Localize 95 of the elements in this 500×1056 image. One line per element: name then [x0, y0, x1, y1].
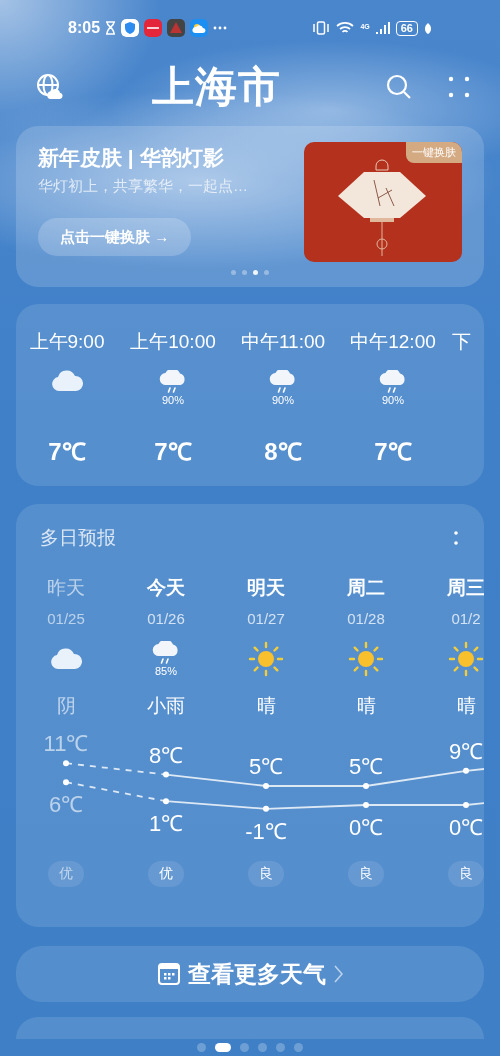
day-date: 01/25 — [47, 610, 85, 627]
precip-chance: 90% — [382, 394, 404, 407]
signal-icon — [375, 21, 390, 35]
hour-temperature: 7℃ — [374, 437, 412, 467]
low-temperature: 0℃ — [348, 815, 384, 840]
hour-temperature: 7℃ — [154, 437, 192, 467]
temperature-point — [363, 783, 369, 789]
page-dot[interactable] — [197, 1043, 206, 1052]
carousel-dot[interactable] — [231, 270, 236, 275]
city-title: 上海市 — [152, 62, 281, 112]
temperature-point — [63, 779, 69, 786]
day-date: 01/2 — [451, 610, 481, 627]
search-icon[interactable] — [386, 74, 412, 100]
apply-skin-button[interactable]: 点击一键换肤 → — [38, 218, 192, 256]
chevron-right-icon — [333, 965, 343, 983]
temperature-point — [163, 798, 169, 805]
globe-cloud-icon[interactable] — [36, 73, 64, 101]
more-options-icon[interactable] — [454, 530, 458, 546]
weather-app-icon — [190, 19, 209, 37]
air-quality-badge: 良 — [448, 861, 484, 887]
hour-time: 上午9:00 — [29, 330, 105, 354]
temperature-point — [363, 802, 369, 808]
carousel-dot[interactable] — [242, 270, 247, 275]
air-quality-badge: 良 — [248, 861, 284, 887]
sun-icon — [348, 641, 384, 677]
banner-badge: 一键换肤 — [406, 142, 462, 163]
temperature-point — [163, 771, 169, 778]
battery-level: 66 — [395, 20, 418, 36]
precip-chance: 90% — [162, 394, 184, 407]
high-temperature: 5℃ — [248, 754, 284, 779]
precip-chance: 85% — [155, 664, 177, 678]
hourglass-icon — [105, 21, 117, 35]
day-label: 周二 — [347, 576, 385, 600]
temperature-point — [263, 805, 269, 812]
page-dot[interactable] — [240, 1043, 249, 1052]
calendar-icon — [157, 963, 180, 985]
game-app-icon — [167, 19, 186, 37]
page-dot[interactable] — [294, 1043, 303, 1052]
rain-cloud-icon — [269, 370, 297, 394]
rain-cloud-icon — [159, 370, 187, 394]
hour-temperature: 8℃ — [264, 437, 302, 467]
day-date: 01/27 — [247, 610, 285, 627]
temperature-point — [463, 802, 469, 808]
temperature-point — [263, 783, 269, 789]
page-dot[interactable] — [276, 1043, 285, 1052]
cloud-icon — [51, 370, 83, 392]
day-label: 明天 — [247, 576, 285, 600]
carousel-dot[interactable] — [264, 270, 269, 275]
menu-icon[interactable] — [448, 76, 470, 98]
high-temperature: 8℃ — [148, 742, 184, 768]
air-quality-badge: 优 — [148, 861, 184, 887]
weather-condition: 晴 — [256, 694, 276, 718]
precip-chance: 90% — [272, 394, 294, 407]
banner-title: 新年皮肤 | 华韵灯影 — [38, 145, 225, 171]
day-label: 今天 — [147, 576, 185, 600]
shield-app-icon — [121, 19, 140, 37]
day-label: 昨天 — [47, 576, 85, 600]
day-date: 01/26 — [147, 610, 185, 627]
high-temperature: 11℃ — [43, 731, 89, 757]
section-title: 多日预报 — [40, 526, 116, 550]
notification-app-icon — [144, 19, 163, 37]
carousel-dot[interactable] — [253, 270, 258, 275]
sun-icon — [448, 641, 484, 677]
air-quality-badge: 良 — [348, 861, 384, 887]
more-weather-button[interactable]: 查看更多天气 — [16, 946, 484, 1002]
air-quality-badge: 优 — [48, 861, 84, 887]
low-temperature: 0℃ — [448, 815, 484, 840]
temperature-point — [463, 767, 469, 774]
high-temperature: 5℃ — [348, 754, 384, 779]
day-label: 周三 — [447, 576, 484, 600]
rain-cloud-icon — [152, 640, 180, 665]
low-temperature: 1℃ — [148, 811, 184, 837]
low-temperature: -1℃ — [245, 818, 287, 844]
weather-condition: 阴 — [56, 694, 76, 718]
wifi-icon — [336, 21, 355, 35]
weather-condition: 小雨 — [147, 694, 185, 718]
hour-time: 上午10:00 — [130, 330, 216, 354]
temperature-point — [63, 760, 69, 767]
leaf-icon — [424, 21, 432, 35]
weather-condition: 晴 — [356, 694, 376, 718]
hour-temperature: 7℃ — [48, 437, 86, 467]
rain-cloud-icon — [379, 370, 407, 394]
vibrate-icon — [312, 21, 331, 35]
hour-time: 中午11:00 — [240, 330, 326, 354]
sun-icon — [248, 641, 284, 677]
high-temperature: 9℃ — [448, 738, 484, 764]
cloud-icon — [50, 648, 82, 670]
low-temperature: 6℃ — [48, 792, 84, 818]
hour-time: 下 — [452, 330, 471, 354]
page-dot[interactable] — [258, 1043, 267, 1052]
hour-time: 中午12:00 — [350, 330, 436, 354]
day-date: 01/28 — [347, 610, 385, 627]
more-dots-icon — [213, 26, 228, 30]
clock-time: 8:05 — [68, 19, 101, 37]
weather-condition: 晴 — [456, 694, 476, 718]
